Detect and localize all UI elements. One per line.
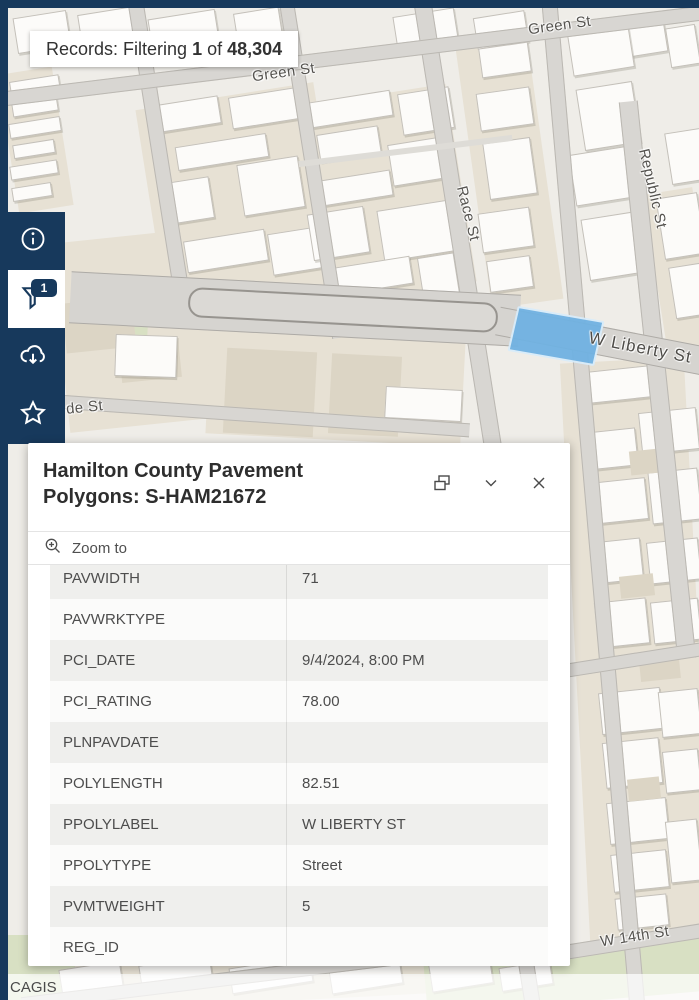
- feature-popup: Hamilton County Pavement Polygons: S-HAM…: [28, 443, 570, 966]
- field-value: 82.51: [286, 763, 548, 804]
- records-prefix: Records: Filtering: [46, 38, 193, 59]
- attribute-table[interactable]: PAVWIDTH 71 PAVWRKTYPE PCI_DATE 9/4/2024, …: [28, 565, 570, 966]
- records-count: 1: [192, 38, 203, 59]
- map-building: [665, 23, 699, 69]
- table-row: PVMTWEIGHT 5: [50, 886, 548, 927]
- field-value: Street: [286, 845, 548, 886]
- records-total: 48,304: [227, 38, 283, 59]
- field-value: W LIBERTY ST: [286, 804, 548, 845]
- map-building: [236, 155, 306, 217]
- attribution-text: CAGIS: [10, 978, 57, 996]
- table-row: PCI_RATING 78.00: [50, 681, 548, 722]
- field-label: PAVWRKTYPE: [63, 611, 165, 628]
- field-value: 9/4/2024, 8:00 PM: [286, 640, 548, 681]
- field-value: [286, 599, 548, 640]
- map-building: [384, 386, 463, 422]
- field-label: PPOLYLABEL: [63, 816, 159, 833]
- field-value: [286, 722, 548, 763]
- filter-button[interactable]: 1: [0, 270, 65, 328]
- map-building: [618, 573, 656, 599]
- field-value: 78.00: [286, 681, 548, 722]
- map-attribution-bar: CAGIS: [0, 974, 699, 1000]
- table-row: POLYLENGTH 82.51: [50, 763, 548, 804]
- close-icon[interactable]: [530, 474, 548, 492]
- field-label: REG_ID: [63, 939, 119, 956]
- cloud-download-icon: [18, 340, 48, 375]
- field-label: PCI_DATE: [63, 652, 136, 669]
- map-building: [482, 136, 538, 201]
- records-of: of: [202, 38, 228, 59]
- field-label: PPOLYTYPE: [63, 857, 152, 874]
- table-row: PPOLYTYPE Street: [50, 845, 548, 886]
- map-building: [664, 127, 699, 185]
- table-row: REG_ID: [50, 927, 548, 966]
- table-row: PLNPAVDATE: [50, 722, 548, 763]
- app-frame-left: [0, 0, 8, 1000]
- map-building: [661, 748, 699, 794]
- zoom-to-action[interactable]: Zoom to: [28, 531, 570, 565]
- map-building: [475, 86, 535, 132]
- table-row: PPOLYLABEL W LIBERTY ST: [50, 804, 548, 845]
- chevron-down-icon[interactable]: [482, 474, 500, 492]
- field-value: 5: [286, 886, 548, 927]
- table-row: PAVWIDTH 71: [50, 565, 548, 599]
- info-icon: [19, 225, 47, 258]
- map-building: [485, 255, 535, 293]
- table-row: PCI_DATE 9/4/2024, 8:00 PM: [50, 640, 548, 681]
- magnifier-plus-icon: [44, 537, 62, 559]
- dock-icon[interactable]: [432, 473, 452, 493]
- field-value: 71: [286, 565, 548, 599]
- app-frame-top: [0, 0, 699, 8]
- star-icon: [18, 398, 48, 433]
- field-label: PVMTWEIGHT: [63, 898, 165, 915]
- records-filter-badge: Records: Filtering 1 of 48,304: [30, 31, 299, 67]
- field-label: POLYLENGTH: [63, 775, 163, 792]
- filter-count-badge: 1: [31, 279, 57, 297]
- info-button[interactable]: [0, 212, 65, 270]
- download-button[interactable]: [0, 328, 65, 386]
- zoom-to-label: Zoom to: [72, 539, 128, 557]
- map-building: [477, 206, 535, 254]
- field-label: PLNPAVDATE: [63, 734, 159, 751]
- popup-title: Hamilton County Pavement Polygons: S-HAM…: [43, 460, 304, 508]
- tool-sidebar: 1: [0, 212, 65, 444]
- field-label: PAVWIDTH: [63, 570, 140, 587]
- favorites-button[interactable]: [0, 386, 65, 444]
- map-building: [626, 776, 662, 802]
- map-building: [114, 333, 178, 379]
- map-building: [664, 818, 699, 884]
- field-label: PCI_RATING: [63, 693, 152, 710]
- field-value: [286, 927, 548, 966]
- map-building: [657, 688, 699, 738]
- popup-header: Hamilton County Pavement Polygons: S-HAM…: [28, 443, 570, 531]
- table-row: PAVWRKTYPE: [50, 599, 548, 640]
